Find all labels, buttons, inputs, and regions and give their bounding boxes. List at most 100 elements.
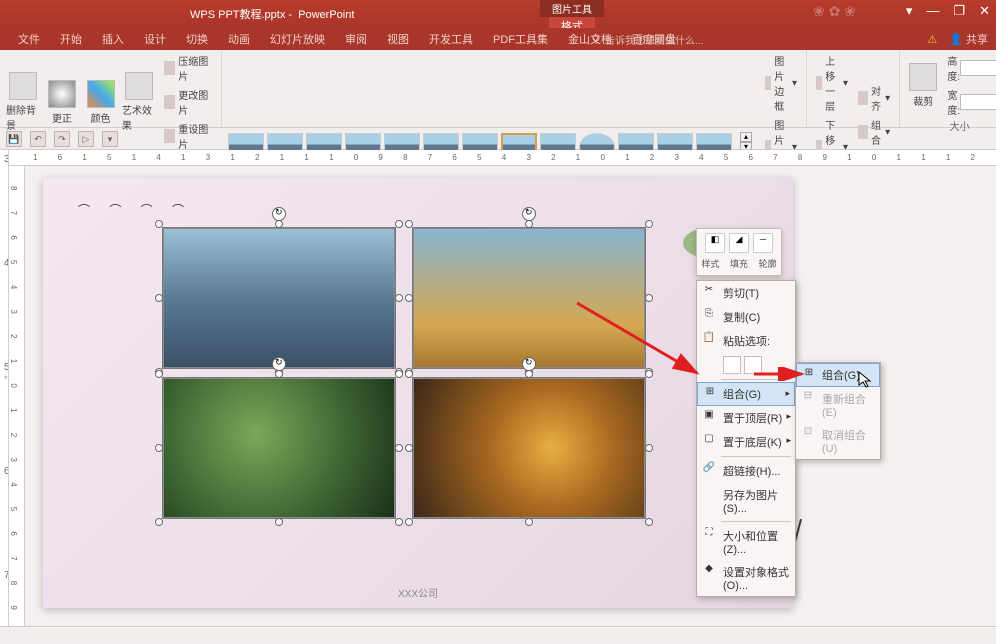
close-button[interactable]: ✕ (979, 3, 990, 19)
chevron-right-icon: ▸ (785, 388, 790, 399)
reset-picture-button[interactable]: 重设图片 (161, 120, 216, 152)
ctx-group[interactable]: ⊞组合(G)▸ (697, 382, 795, 406)
submenu-group: ⊞组合(G) ⊟重新组合(E) ⊡取消组合(U) (795, 362, 881, 460)
menu-tabs: 文件 开始 插入 设计 切换 动画 幻灯片放映 审阅 视图 开发工具 PDF工具… (0, 28, 996, 50)
rotate-handle-icon[interactable] (272, 357, 286, 371)
ctx-paste-label: 📋粘贴选项: (697, 329, 795, 353)
tab-file[interactable]: 文件 (8, 28, 50, 50)
qat-more-icon[interactable]: ▾ (102, 131, 118, 147)
slide-thumbnails-panel[interactable]: 3 4 5 * 6 7 (0, 150, 9, 626)
ribbon-group-arrange: 上移一层 ▾ 下移一层 ▾ 选择窗格 对齐 ▾ 组合 ▾ 旋转 ▾ 排列 (807, 50, 900, 127)
context-group-label: 图片工具 (540, 0, 604, 17)
picture-mountain[interactable] (163, 228, 395, 368)
mini-style-label: 样式 (701, 257, 719, 270)
remove-background-button[interactable]: 删除背景 (6, 72, 41, 132)
ribbon: 删除背景 更正 颜色 艺术效果 压缩图片 更改图片 重设图片 调整 (0, 50, 996, 128)
paste-option-2[interactable] (744, 356, 762, 374)
decorative-birds: ︵ ︵ ︵ ︵ (78, 193, 192, 210)
height-field: 高度: (944, 52, 996, 84)
bring-forward-button[interactable]: 上移一层 ▾ (813, 52, 851, 114)
paste-icon: 📋 (701, 332, 717, 348)
slide-canvas[interactable]: ︵ ︵ ︵ ︵ XXX公司 (43, 178, 793, 608)
ruler-horizontal: 1 6 1 5 1 4 1 3 1 2 1 1 1 0 9 8 7 6 5 4 … (9, 150, 996, 166)
submenu-regroup-item: ⊟重新组合(E) (796, 387, 880, 423)
mini-style-icon[interactable]: ◧ (705, 233, 725, 253)
height-input[interactable] (960, 60, 996, 76)
company-label: XXX公司 (43, 585, 793, 600)
paste-option-1[interactable] (723, 356, 741, 374)
decorative-flowers: ❀ ✿ ❀ (813, 3, 856, 20)
color-button[interactable]: 颜色 (83, 72, 118, 132)
width-input[interactable] (960, 94, 996, 110)
send-back-icon: ▢ (701, 433, 717, 449)
ruler-vertical: 8 7 6 5 4 3 2 1 0 1 2 3 4 5 6 7 8 9 (9, 166, 25, 626)
title-bar: WPS PPT教程.pptx - PowerPoint 图片工具 格式 ❀ ✿ … (0, 0, 996, 28)
rotate-handle-icon[interactable] (272, 207, 286, 221)
cut-icon: ✂ (701, 284, 717, 300)
chevron-right-icon: ▸ (786, 435, 791, 446)
submenu-ungroup-item: ⊡取消组合(U) (796, 423, 880, 459)
picture-maple-leaf[interactable] (413, 378, 645, 518)
ctx-bring-front[interactable]: ▣置于顶层(R)▸ (697, 406, 795, 430)
tab-animations[interactable]: 动画 (218, 28, 260, 50)
qat-start-icon[interactable]: ▷ (78, 131, 94, 147)
ctx-send-back[interactable]: ▢置于底层(K)▸ (697, 430, 795, 454)
tab-design[interactable]: 设计 (134, 28, 176, 50)
qat-save-icon[interactable]: 💾 (6, 131, 22, 147)
rotate-handle-icon[interactable] (522, 207, 536, 221)
ctx-copy[interactable]: ⎘复制(C) (697, 305, 795, 329)
compress-pictures-button[interactable]: 压缩图片 (161, 52, 216, 84)
ctx-format-object[interactable]: ◆设置对象格式(O)... (697, 560, 795, 596)
submenu-group-item[interactable]: ⊞组合(G) (796, 363, 880, 387)
ctx-cut[interactable]: ✂剪切(T) (697, 281, 795, 305)
picture-autumn-lake[interactable] (413, 228, 645, 368)
mini-outline-icon[interactable]: ─ (753, 233, 773, 253)
tab-slideshow[interactable]: 幻灯片放映 (260, 28, 335, 50)
chevron-right-icon: ▸ (786, 411, 791, 422)
crop-button[interactable]: 裁剪 (906, 55, 940, 115)
ctx-size-position[interactable]: ⛶大小和位置(Z)... (697, 524, 795, 560)
tab-transitions[interactable]: 切换 (176, 28, 218, 50)
tab-review[interactable]: 审阅 (335, 28, 377, 50)
format-icon: ◆ (701, 563, 717, 579)
restore-button[interactable]: ❐ (953, 3, 965, 19)
tab-developer[interactable]: 开发工具 (419, 28, 483, 50)
mini-toolbar: ◧ ◢ ─ 样式 填充 轮廓 (696, 228, 782, 276)
group-button[interactable]: 组合 ▾ (855, 116, 893, 148)
qat-undo-icon[interactable]: ↶ (30, 131, 46, 147)
ribbon-group-picture-styles: ▴▾▾ 图片边框 ▾ 图片效果 ▾ 图片版式 ▾ 图片样式 (222, 50, 807, 127)
rotate-handle-icon[interactable] (522, 357, 536, 371)
artistic-effects-button[interactable]: 艺术效果 (122, 72, 157, 132)
tab-insert[interactable]: 插入 (92, 28, 134, 50)
mini-fill-label: 填充 (730, 257, 748, 270)
size-icon: ⛶ (701, 527, 717, 543)
group-icon: ⊞ (801, 367, 817, 383)
document-title: WPS PPT教程.pptx - PowerPoint (190, 6, 354, 22)
share-button[interactable]: 👤 共享 (949, 31, 988, 47)
change-picture-button[interactable]: 更改图片 (161, 86, 216, 118)
ribbon-group-adjust: 删除背景 更正 颜色 艺术效果 压缩图片 更改图片 重设图片 调整 (0, 50, 222, 127)
status-bar (0, 626, 996, 644)
ctx-save-as-picture[interactable]: 另存为图片(S)... (697, 483, 795, 519)
picture-green-leaves[interactable] (163, 378, 395, 518)
corrections-button[interactable]: 更正 (45, 72, 80, 132)
tab-home[interactable]: 开始 (50, 28, 92, 50)
ribbon-group-size: 裁剪 高度: 宽度: 大小 (900, 50, 996, 127)
mini-fill-icon[interactable]: ◢ (729, 233, 749, 253)
lightbulb-icon (590, 33, 602, 45)
tell-me-search[interactable]: 告诉我您想要做什么... (590, 32, 703, 47)
bring-front-icon: ▣ (701, 409, 717, 425)
copy-icon: ⎘ (701, 308, 717, 324)
tab-view[interactable]: 视图 (377, 28, 419, 50)
ungroup-icon: ⊡ (800, 426, 816, 442)
width-field: 宽度: (944, 86, 996, 118)
context-menu: ✂剪切(T) ⎘复制(C) 📋粘贴选项: ⊞组合(G)▸ ▣置于顶层(R)▸ ▢… (696, 280, 796, 597)
warning-icon[interactable]: ⚠ (927, 33, 937, 46)
ribbon-options-icon[interactable]: ▾ (906, 3, 913, 19)
tab-pdf[interactable]: PDF工具集 (483, 28, 558, 50)
minimize-button[interactable]: — (926, 3, 939, 19)
ctx-hyperlink[interactable]: 🔗超链接(H)... (697, 459, 795, 483)
align-button[interactable]: 对齐 ▾ (855, 82, 893, 114)
picture-border-button[interactable]: 图片边框 ▾ (762, 52, 800, 114)
qat-redo-icon[interactable]: ↷ (54, 131, 70, 147)
